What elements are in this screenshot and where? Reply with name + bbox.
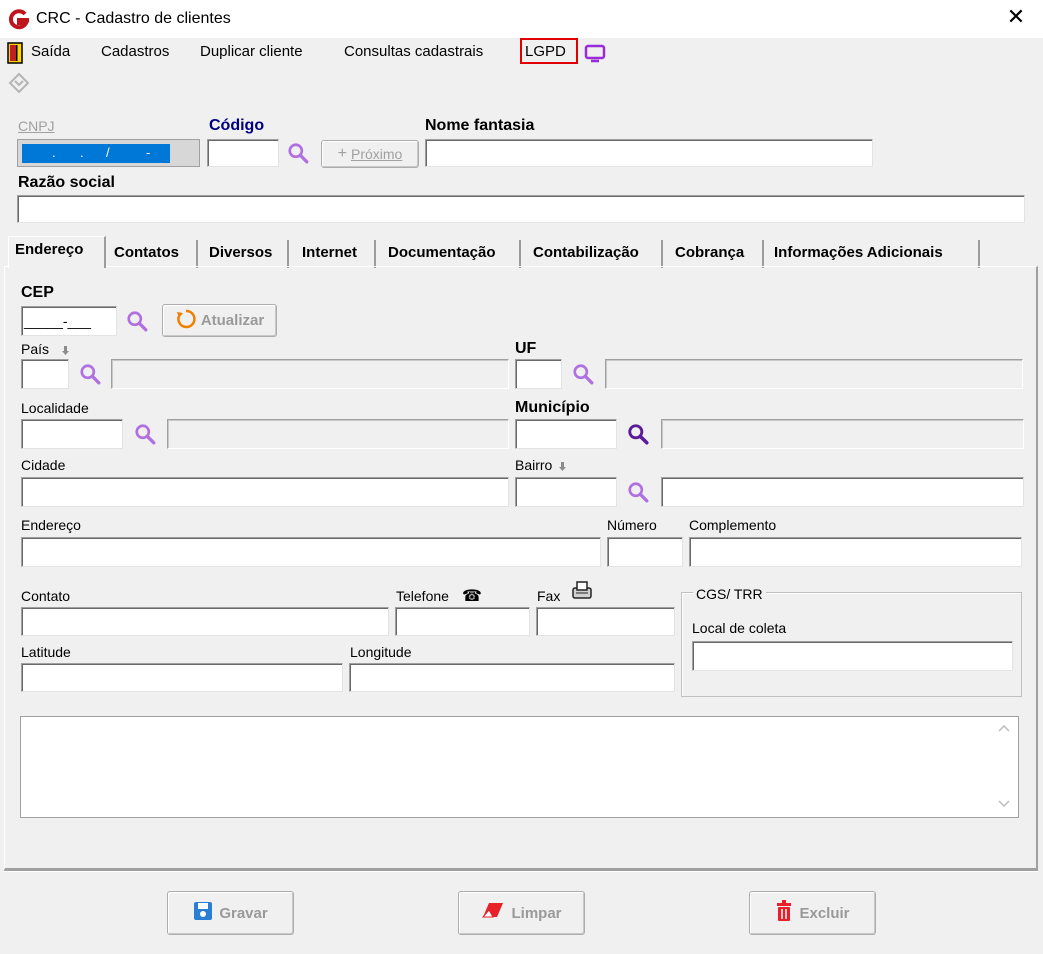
cep-input[interactable]: _____-___: [21, 306, 117, 336]
menu-consultas-cadastrais[interactable]: Consultas cadastrais: [344, 43, 483, 60]
bairro-name-input[interactable]: [661, 477, 1024, 507]
observacoes-textarea[interactable]: [20, 716, 1019, 818]
atualizar-button[interactable]: Atualizar: [162, 304, 277, 337]
tab-cobranca[interactable]: Cobrança: [669, 240, 764, 268]
latitude-input[interactable]: [21, 663, 343, 692]
search-icon[interactable]: [287, 142, 309, 167]
plus-icon: +: [337, 145, 347, 162]
fax-icon: [570, 580, 596, 605]
uf-name-field: [605, 359, 1023, 389]
local-coleta-input[interactable]: [692, 641, 1013, 671]
phone-icon: ☎: [462, 588, 482, 605]
numero-label: Número: [607, 517, 657, 533]
cgs-trr-group-label: CGS/ TRR: [693, 586, 766, 602]
proximo-button[interactable]: + Próximo: [321, 140, 419, 168]
codigo-input[interactable]: [207, 139, 279, 167]
complemento-input[interactable]: [689, 537, 1022, 567]
tab-informacoes-adicionais[interactable]: Informações Adicionais: [768, 240, 980, 268]
longitude-input[interactable]: [349, 663, 675, 692]
limpar-button[interactable]: Limpar: [458, 891, 585, 935]
tab-internet[interactable]: Internet: [296, 240, 376, 268]
exit-door-icon[interactable]: [7, 42, 25, 64]
pais-code-input[interactable]: [21, 359, 69, 389]
bairro-code-input[interactable]: [515, 477, 617, 507]
cidade-label: Cidade: [21, 457, 66, 473]
pais-name-field: [111, 359, 509, 389]
cnpj-field[interactable]: . . / -: [17, 139, 200, 167]
pais-label: País: [21, 341, 50, 357]
telefone-input[interactable]: [395, 607, 530, 636]
cep-label: CEP: [21, 284, 54, 301]
search-icon[interactable]: [79, 363, 101, 388]
longitude-label: Longitude: [350, 644, 412, 660]
tab-diversos[interactable]: Diversos: [203, 240, 289, 268]
municipio-label: Município: [515, 399, 590, 416]
municipio-name-field: [661, 419, 1024, 449]
razao-social-label: Razão social: [18, 174, 115, 191]
tab-contatos[interactable]: Contatos: [108, 240, 198, 268]
latitude-label: Latitude: [21, 644, 71, 660]
uf-code-input[interactable]: [515, 359, 562, 389]
localidade-name-field: [167, 419, 509, 449]
trash-icon: [775, 900, 793, 926]
tab-contabilizacao[interactable]: Contabilização: [527, 240, 663, 268]
menu-duplicar-cliente[interactable]: Duplicar cliente: [200, 43, 303, 60]
search-icon[interactable]: [627, 423, 649, 448]
search-icon[interactable]: [627, 481, 649, 506]
cnpj-mask-selection: . . / -: [22, 144, 170, 163]
close-icon[interactable]: ✕: [1004, 6, 1028, 30]
diamond-arrows-icon[interactable]: [8, 72, 30, 99]
footer-separator: [4, 870, 1038, 872]
menu-lgpd[interactable]: LGPD: [525, 43, 566, 60]
search-icon[interactable]: [126, 310, 148, 335]
down-arrow-icon: [62, 343, 70, 359]
menu-saida[interactable]: Saída: [31, 43, 70, 60]
down-arrow-icon: [559, 459, 567, 475]
scroll-up-icon[interactable]: [998, 722, 1010, 736]
gravar-button[interactable]: Gravar: [167, 891, 294, 935]
municipio-code-input[interactable]: [515, 419, 617, 449]
uf-label: UF: [515, 340, 537, 357]
numero-input[interactable]: [607, 537, 683, 567]
endereco-input[interactable]: [21, 537, 601, 567]
fax-input[interactable]: [536, 607, 675, 636]
endereco-label: Endereço: [21, 517, 81, 533]
app-logo-icon: [8, 9, 30, 31]
bairro-label: Bairro: [515, 457, 553, 473]
monitor-icon[interactable]: [584, 44, 606, 67]
razao-social-input[interactable]: [17, 195, 1025, 223]
nome-fantasia-input[interactable]: [425, 139, 873, 167]
contato-label: Contato: [21, 588, 71, 604]
localidade-label: Localidade: [21, 400, 89, 416]
telefone-label: Telefone: [396, 588, 449, 604]
scroll-down-icon[interactable]: [998, 798, 1010, 812]
excluir-button[interactable]: Excluir: [749, 891, 876, 935]
contato-input[interactable]: [21, 607, 389, 636]
cnpj-label: CNPJ: [18, 118, 55, 134]
search-icon[interactable]: [134, 423, 156, 448]
window-title: CRC - Cadastro de clientes: [36, 10, 231, 27]
menu-cadastros[interactable]: Cadastros: [101, 43, 169, 60]
tab-documentacao[interactable]: Documentação: [382, 240, 521, 268]
fax-label: Fax: [537, 588, 561, 604]
local-coleta-label: Local de coleta: [692, 620, 787, 636]
nome-fantasia-label: Nome fantasia: [425, 117, 535, 134]
codigo-label: Código: [209, 117, 265, 134]
localidade-code-input[interactable]: [21, 419, 123, 449]
cidade-input[interactable]: [21, 477, 509, 507]
search-icon[interactable]: [572, 363, 594, 388]
refresh-icon: [175, 308, 197, 334]
complemento-label: Complemento: [689, 517, 777, 533]
tab-endereco[interactable]: Endereço: [8, 236, 106, 268]
eraser-icon: [481, 901, 505, 925]
save-icon: [193, 901, 213, 925]
